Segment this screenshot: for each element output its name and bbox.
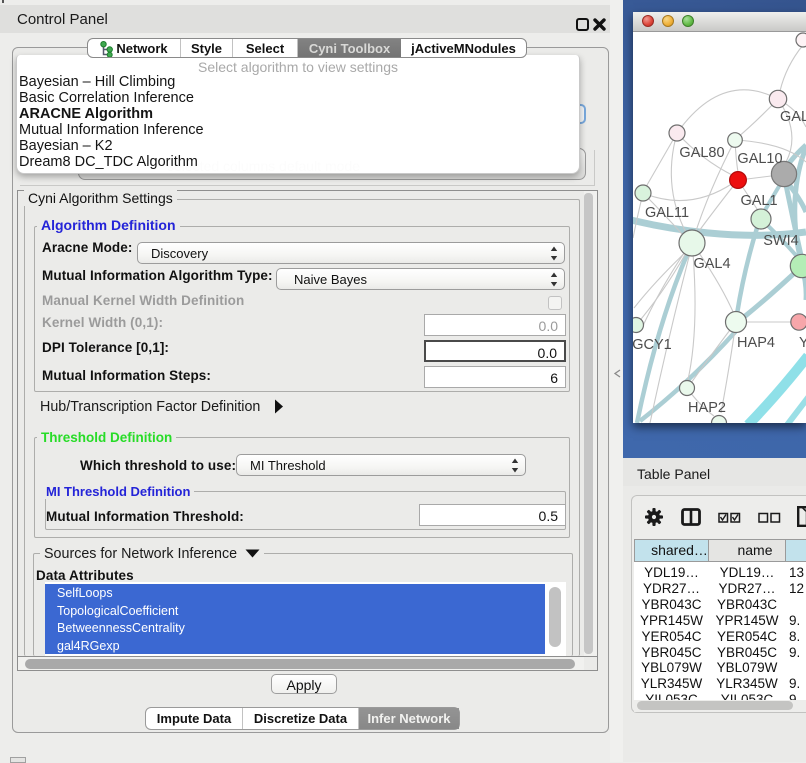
svg-text:GAL7: GAL7 [780, 109, 806, 125]
svg-text:YJ: YJ [799, 335, 806, 351]
svg-text:HAP2: HAP2 [688, 400, 726, 416]
svg-text:HAP4: HAP4 [737, 335, 775, 351]
svg-text:SWI4: SWI4 [763, 233, 798, 249]
svg-text:GAL10: GAL10 [737, 151, 782, 167]
svg-text:GAL1: GAL1 [740, 193, 777, 209]
svg-text:GCY1: GCY1 [633, 337, 672, 353]
svg-text:GAL4: GAL4 [693, 256, 730, 272]
svg-text:GAL80: GAL80 [679, 145, 724, 161]
svg-text:GAL11: GAL11 [645, 205, 689, 221]
